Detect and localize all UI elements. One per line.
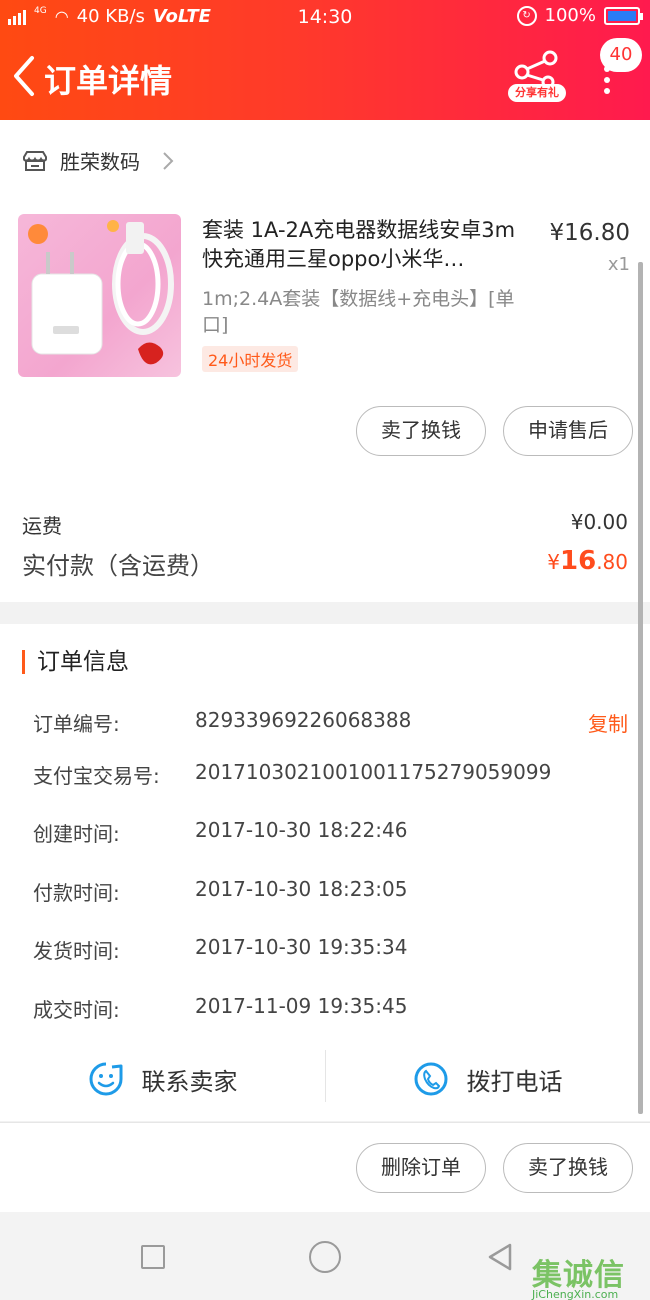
app-header: 4G ◠ 40 KB/s VoLTE 14:30 ↻ 100% 订单详情 分享有… [0, 0, 650, 120]
call-phone-label: 拨打电话 [466, 1067, 563, 1096]
paid-time-value: 2017-10-30 18:23:05 [195, 877, 408, 901]
share-button[interactable]: 分享有礼 [508, 50, 566, 102]
after-sale-button[interactable]: 申请售后 [503, 406, 633, 456]
watermark-text: 集诚信 [532, 1258, 625, 1293]
shipped-time-label: 发货时间: [33, 939, 120, 963]
paid-amount-value: ¥16.80 [547, 546, 628, 576]
paid-amount-label: 实付款（含运费） [22, 552, 214, 580]
order-number-value: 82933969226068388 [195, 708, 412, 732]
status-right: ↻ 100% [516, 5, 643, 26]
product-image[interactable] [18, 214, 181, 377]
rotation-lock-icon: ↻ [516, 5, 537, 26]
alipay-trade-label: 支付宝交易号: [33, 764, 160, 788]
order-info-card: 订单信息 订单编号: 82933969226068388 复制 支付宝交易号: … [0, 624, 650, 1121]
deal-time-label: 成交时间: [33, 998, 120, 1022]
paid-currency: ¥ [547, 550, 560, 574]
product-price: ¥16.80 [549, 220, 630, 246]
order-product-card: 胜荣数码 套装 1A-2A充电器数据线安卓3m快充通用三星oppo小米华… 1m… [0, 120, 650, 602]
product-quantity: x1 [607, 254, 630, 275]
back-arrow-icon[interactable] [10, 54, 40, 98]
order-info-title: 订单信息 [22, 650, 129, 674]
product-spec: 1m;2.4A套装【数据线+充电头】[单口] [202, 288, 515, 336]
bottom-action-bar: 删除订单 卖了换钱 [0, 1122, 650, 1212]
copy-order-number-button[interactable]: 复制 [588, 708, 628, 737]
shipping-tag: 24小时发货 [202, 346, 299, 372]
home-icon[interactable] [309, 1241, 341, 1273]
delete-order-button[interactable]: 删除订单 [356, 1143, 486, 1193]
deal-time-value: 2017-11-09 19:35:45 [195, 994, 408, 1018]
status-bar: 4G ◠ 40 KB/s VoLTE 14:30 ↻ 100% [0, 0, 650, 34]
scrollbar[interactable] [638, 262, 643, 1114]
order-number-label: 订单编号: [33, 712, 120, 736]
store-link[interactable]: 胜荣数码 [22, 146, 174, 175]
shipped-time-value: 2017-10-30 19:35:34 [195, 935, 408, 959]
product-title[interactable]: 套装 1A-2A充电器数据线安卓3m快充通用三星oppo小米华… [202, 216, 522, 274]
created-time-value: 2017-10-30 18:22:46 [195, 818, 408, 842]
message-badge[interactable]: 40 [600, 38, 642, 72]
paid-integer: 16 [560, 546, 597, 576]
phone-icon [414, 1062, 447, 1096]
store-name: 胜荣数码 [60, 150, 140, 174]
watermark-logo: 集诚信 JiChengXin.com [532, 1250, 648, 1300]
store-icon [23, 150, 47, 171]
alipay-trade-value: 2017103021001001175279059099 [195, 760, 552, 784]
shipping-fee-value: ¥0.00 [570, 510, 628, 534]
paid-time-label: 付款时间: [33, 881, 120, 905]
page-title: 订单详情 [44, 62, 173, 100]
chevron-right-icon [163, 151, 174, 170]
nav-back-icon[interactable] [486, 1242, 514, 1272]
share-label: 分享有礼 [508, 84, 566, 102]
recent-apps-icon[interactable] [141, 1245, 165, 1269]
call-phone-button[interactable]: 拨打电话 [325, 1044, 650, 1114]
chat-face-icon [89, 1062, 122, 1096]
sell-for-cash-button[interactable]: 卖了换钱 [356, 406, 486, 456]
sell-for-cash-bottom-button[interactable]: 卖了换钱 [503, 1143, 633, 1193]
battery-icon [604, 6, 643, 25]
shipping-fee-label: 运费 [22, 514, 62, 538]
battery-percent: 100% [544, 5, 596, 26]
charger-image [28, 220, 174, 365]
contact-seller-button[interactable]: 联系卖家 [0, 1044, 325, 1114]
paid-decimal: .80 [596, 550, 628, 574]
contact-seller-label: 联系卖家 [141, 1067, 238, 1096]
created-time-label: 创建时间: [33, 822, 120, 846]
